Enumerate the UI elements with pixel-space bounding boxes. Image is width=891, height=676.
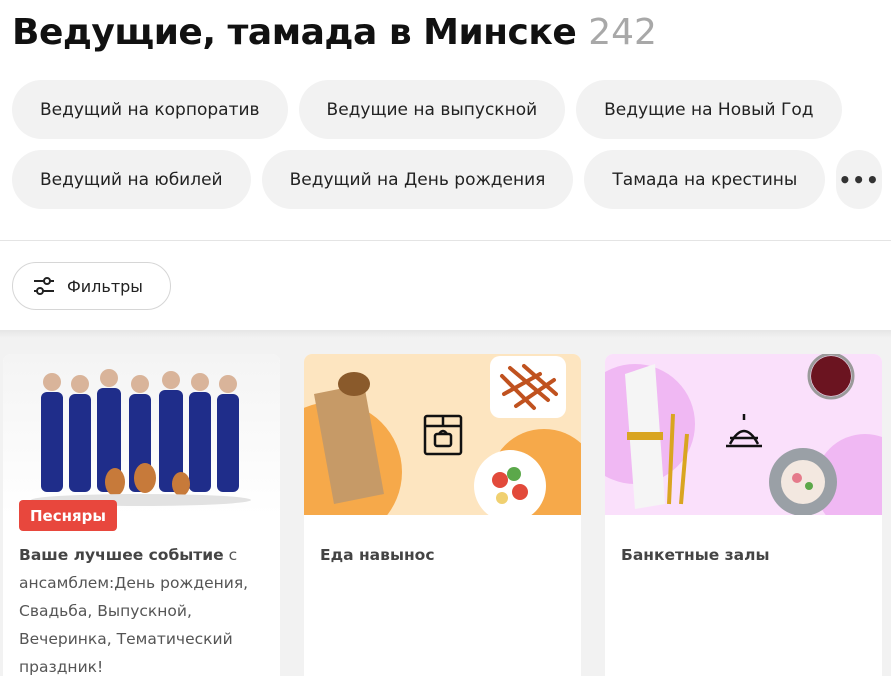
food-illustration (304, 356, 581, 515)
chip-christening[interactable]: Тамада на крестины (584, 150, 826, 209)
more-chips-button[interactable]: ••• (836, 150, 882, 209)
category-chips: Ведущий на корпоратив Ведущие на выпускн… (12, 80, 882, 220)
card-description: Еда навынос (304, 515, 581, 585)
card-description: Банкетные залы (605, 515, 882, 585)
card-pesnyary[interactable]: Песняры Ваше лучшее событие с ансамблем:… (3, 354, 280, 676)
card-text: с ансамблем:День рождения, Свадьба, Выпу… (19, 546, 249, 676)
filters-label: Фильтры (67, 276, 143, 296)
hall-illustration (605, 354, 882, 515)
more-dots-icon: ••• (838, 167, 880, 192)
hall-image (605, 354, 882, 515)
chip-new-year[interactable]: Ведущие на Новый Год (576, 80, 842, 139)
artist-badge: Песняры (19, 500, 117, 531)
chip-graduation[interactable]: Ведущие на выпускной (298, 80, 566, 139)
card-description: Ваше лучшее событие с ансамблем:День рож… (3, 515, 280, 676)
results-count: 242 (588, 12, 657, 53)
band-illustration (31, 369, 251, 506)
card-title: Ваше лучшее событие (19, 546, 224, 564)
sliders-icon (34, 277, 54, 295)
chip-birthday[interactable]: Ведущий на День рождения (261, 150, 574, 209)
chip-anniversary[interactable]: Ведущий на юбилей (12, 150, 251, 209)
chip-corporate[interactable]: Ведущий на корпоратив (12, 80, 288, 139)
chip-row-2: Ведущий на юбилей Ведущий на День рожден… (12, 150, 882, 209)
card-title: Еда навынос (320, 546, 435, 564)
card-takeaway-food[interactable]: Еда навынос (304, 354, 581, 676)
card-banquet-halls[interactable]: Банкетные залы (605, 354, 882, 676)
page-title: Ведущие, тамада в Минске (12, 12, 577, 53)
card-title: Банкетные залы (621, 546, 770, 564)
band-photo (3, 354, 280, 515)
filters-button[interactable]: Фильтры (12, 262, 171, 310)
chip-row-1: Ведущий на корпоратив Ведущие на выпускн… (12, 80, 882, 139)
page-header: Ведущие, тамада в Минске 242 (12, 12, 657, 56)
divider (0, 240, 891, 241)
food-image (304, 354, 581, 515)
